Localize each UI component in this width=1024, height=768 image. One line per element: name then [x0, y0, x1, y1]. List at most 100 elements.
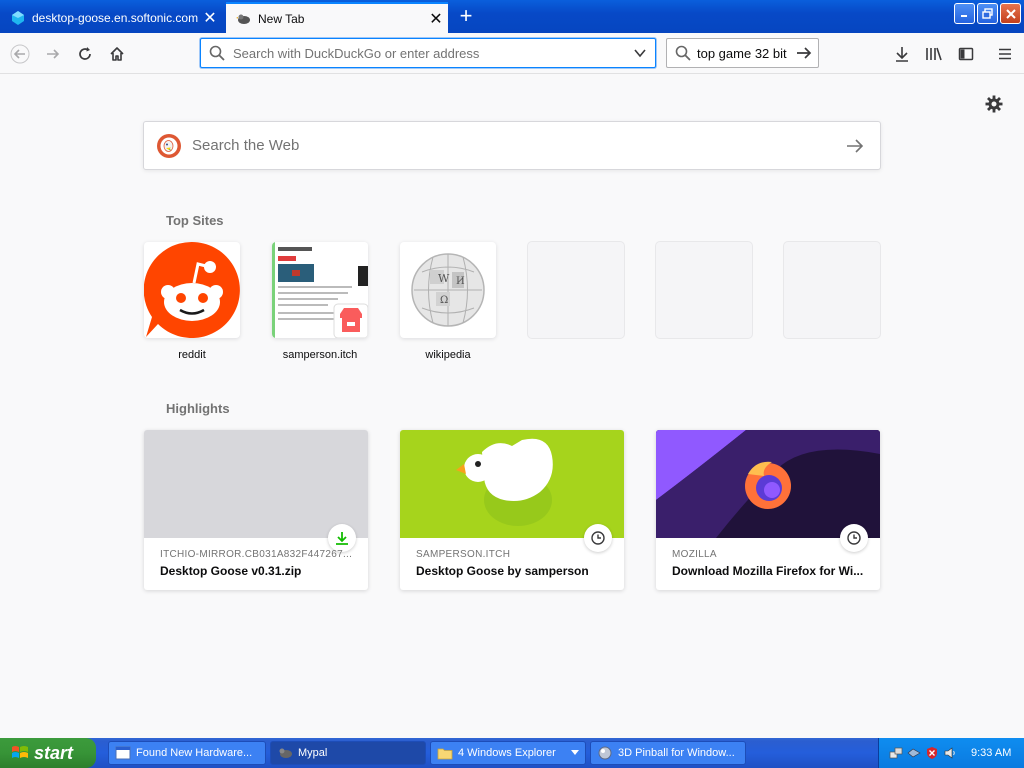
start-button[interactable]: start	[0, 738, 96, 768]
firefox-banner-icon	[656, 430, 880, 538]
clock-icon	[847, 531, 861, 545]
page-thumbnail-icon	[272, 242, 368, 338]
library-icon	[926, 47, 942, 61]
highlight-host: MOZILLA	[672, 549, 717, 560]
search-icon	[209, 45, 225, 61]
chevron-down-icon[interactable]	[633, 46, 647, 60]
top-site-empty-tile[interactable]	[656, 242, 752, 338]
menu-button[interactable]	[991, 40, 1019, 68]
web-search-box[interactable]: Search the Web	[143, 121, 881, 170]
svg-text:W: W	[438, 272, 450, 285]
highlight-title: Desktop Goose by samperson	[416, 564, 589, 578]
tray-volume-icon[interactable]	[943, 746, 957, 760]
close-icon	[1005, 8, 1016, 19]
address-input[interactable]: Search with DuckDuckGo or enter address	[233, 46, 633, 61]
library-button[interactable]	[920, 40, 948, 68]
tray-security-shield-icon[interactable]	[925, 746, 939, 760]
reddit-logo-icon	[144, 242, 240, 338]
windows-logo-icon	[12, 746, 28, 758]
search-icon	[675, 45, 691, 61]
windows-taskbar: start Found New Hardware... Mypal 4 Wind…	[0, 738, 1024, 768]
close-tab-icon[interactable]: ✕	[424, 9, 448, 29]
search-bar[interactable]: top game 32 bit	[666, 38, 819, 68]
restore-button[interactable]	[977, 3, 998, 24]
goose-favicon-icon	[236, 14, 250, 24]
top-site-wikipedia[interactable]: W И Ω wikipedia	[400, 242, 496, 361]
address-bar[interactable]: Search with DuckDuckGo or enter address	[200, 38, 656, 68]
search-input[interactable]: top game 32 bit	[697, 46, 796, 61]
downloads-button[interactable]	[888, 40, 916, 68]
tray-network-icon[interactable]	[889, 746, 903, 760]
top-site-empty-slot[interactable]	[784, 242, 880, 338]
minimize-button[interactable]	[954, 3, 975, 24]
folder-icon	[437, 748, 453, 760]
top-site-tile[interactable]: W И Ω	[400, 242, 496, 338]
download-badge	[328, 524, 356, 552]
reload-button[interactable]	[71, 40, 99, 68]
visited-badge	[840, 524, 868, 552]
highlight-host: ITCHIO-MIRROR.CB031A832F447267...	[160, 549, 353, 560]
highlights-heading: Highlights	[166, 401, 230, 416]
tab-softonic[interactable]: desktop-goose.en.softonic.com/ ✕	[0, 2, 222, 33]
taskbar-item-label: 3D Pinball for Window...	[618, 747, 735, 759]
highlight-host: SAMPERSON.ITCH	[416, 549, 511, 560]
hamburger-menu-icon	[999, 48, 1011, 60]
top-site-label: samperson.itch	[282, 349, 358, 361]
highlight-card[interactable]: ITCHIO-MIRROR.CB031A832F447267... Deskto…	[144, 430, 368, 590]
go-arrow-icon[interactable]	[796, 45, 812, 61]
system-tray: 9:33 AM	[878, 738, 1024, 768]
highlight-image	[656, 430, 880, 538]
restore-icon	[982, 8, 993, 19]
taskbar-item-label: Found New Hardware...	[136, 747, 253, 759]
top-site-samperson-itch[interactable]: samperson.itch	[272, 242, 368, 361]
back-button[interactable]	[6, 40, 34, 68]
group-dropdown-icon	[571, 750, 579, 755]
goose-image-icon	[456, 438, 553, 526]
top-site-tile[interactable]	[144, 242, 240, 338]
highlight-title: Desktop Goose v0.31.zip	[160, 564, 302, 578]
duckduckgo-logo-icon	[157, 133, 181, 158]
forward-button[interactable]	[39, 40, 67, 68]
tray-hardware-icon[interactable]	[907, 746, 921, 760]
highlight-card[interactable]: SAMPERSON.ITCH Desktop Goose by samperso…	[400, 430, 624, 590]
tab-title: desktop-goose.en.softonic.com/	[32, 10, 198, 25]
visited-badge	[584, 524, 612, 552]
home-icon	[110, 47, 124, 61]
top-site-label: reddit	[178, 349, 206, 361]
taskbar-item-windows-explorer[interactable]: 4 Windows Explorer	[430, 741, 586, 765]
pinball-icon	[598, 746, 612, 760]
download-icon	[336, 532, 348, 545]
tab-bar: desktop-goose.en.softonic.com/ ✕ New Tab…	[0, 0, 1024, 33]
tab-new-tab[interactable]: New Tab ✕	[226, 2, 448, 33]
top-site-empty-tile[interactable]	[528, 242, 624, 338]
top-site-empty-slot[interactable]	[528, 242, 624, 338]
svg-text:Ω: Ω	[440, 295, 448, 306]
sidebar-icon	[958, 47, 974, 61]
sidebar-button[interactable]	[952, 40, 980, 68]
web-search-input[interactable]: Search the Web	[192, 137, 846, 154]
home-button[interactable]	[103, 40, 131, 68]
top-site-empty-tile[interactable]	[784, 242, 880, 338]
customize-gear-icon[interactable]	[984, 94, 1004, 114]
top-sites-heading: Top Sites	[166, 213, 224, 228]
top-site-empty-slot[interactable]	[656, 242, 752, 338]
top-site-tile[interactable]	[272, 242, 368, 338]
download-icon	[896, 47, 908, 62]
softonic-favicon-icon	[12, 10, 24, 25]
mypal-icon	[279, 748, 292, 758]
search-submit-arrow-icon[interactable]	[846, 137, 864, 155]
close-window-button[interactable]	[1000, 3, 1021, 24]
taskbar-item-mypal[interactable]: Mypal	[270, 741, 426, 765]
highlight-image	[144, 430, 368, 538]
wikipedia-logo-icon: W И Ω	[411, 253, 485, 327]
svg-text:И: И	[456, 276, 465, 287]
tray-clock[interactable]: 9:33 AM	[971, 747, 1011, 759]
taskbar-item-3d-pinball[interactable]: 3D Pinball for Window...	[590, 741, 746, 765]
highlight-card[interactable]: MOZILLA Download Mozilla Firefox for Wi.…	[656, 430, 880, 590]
back-arrow-icon	[10, 44, 30, 64]
top-site-reddit[interactable]: reddit	[144, 242, 240, 361]
close-tab-icon[interactable]: ✕	[198, 8, 222, 28]
taskbar-item-found-new-hardware[interactable]: Found New Hardware...	[108, 741, 266, 765]
new-tab-button[interactable]: +	[452, 3, 480, 31]
reload-icon	[79, 47, 91, 60]
